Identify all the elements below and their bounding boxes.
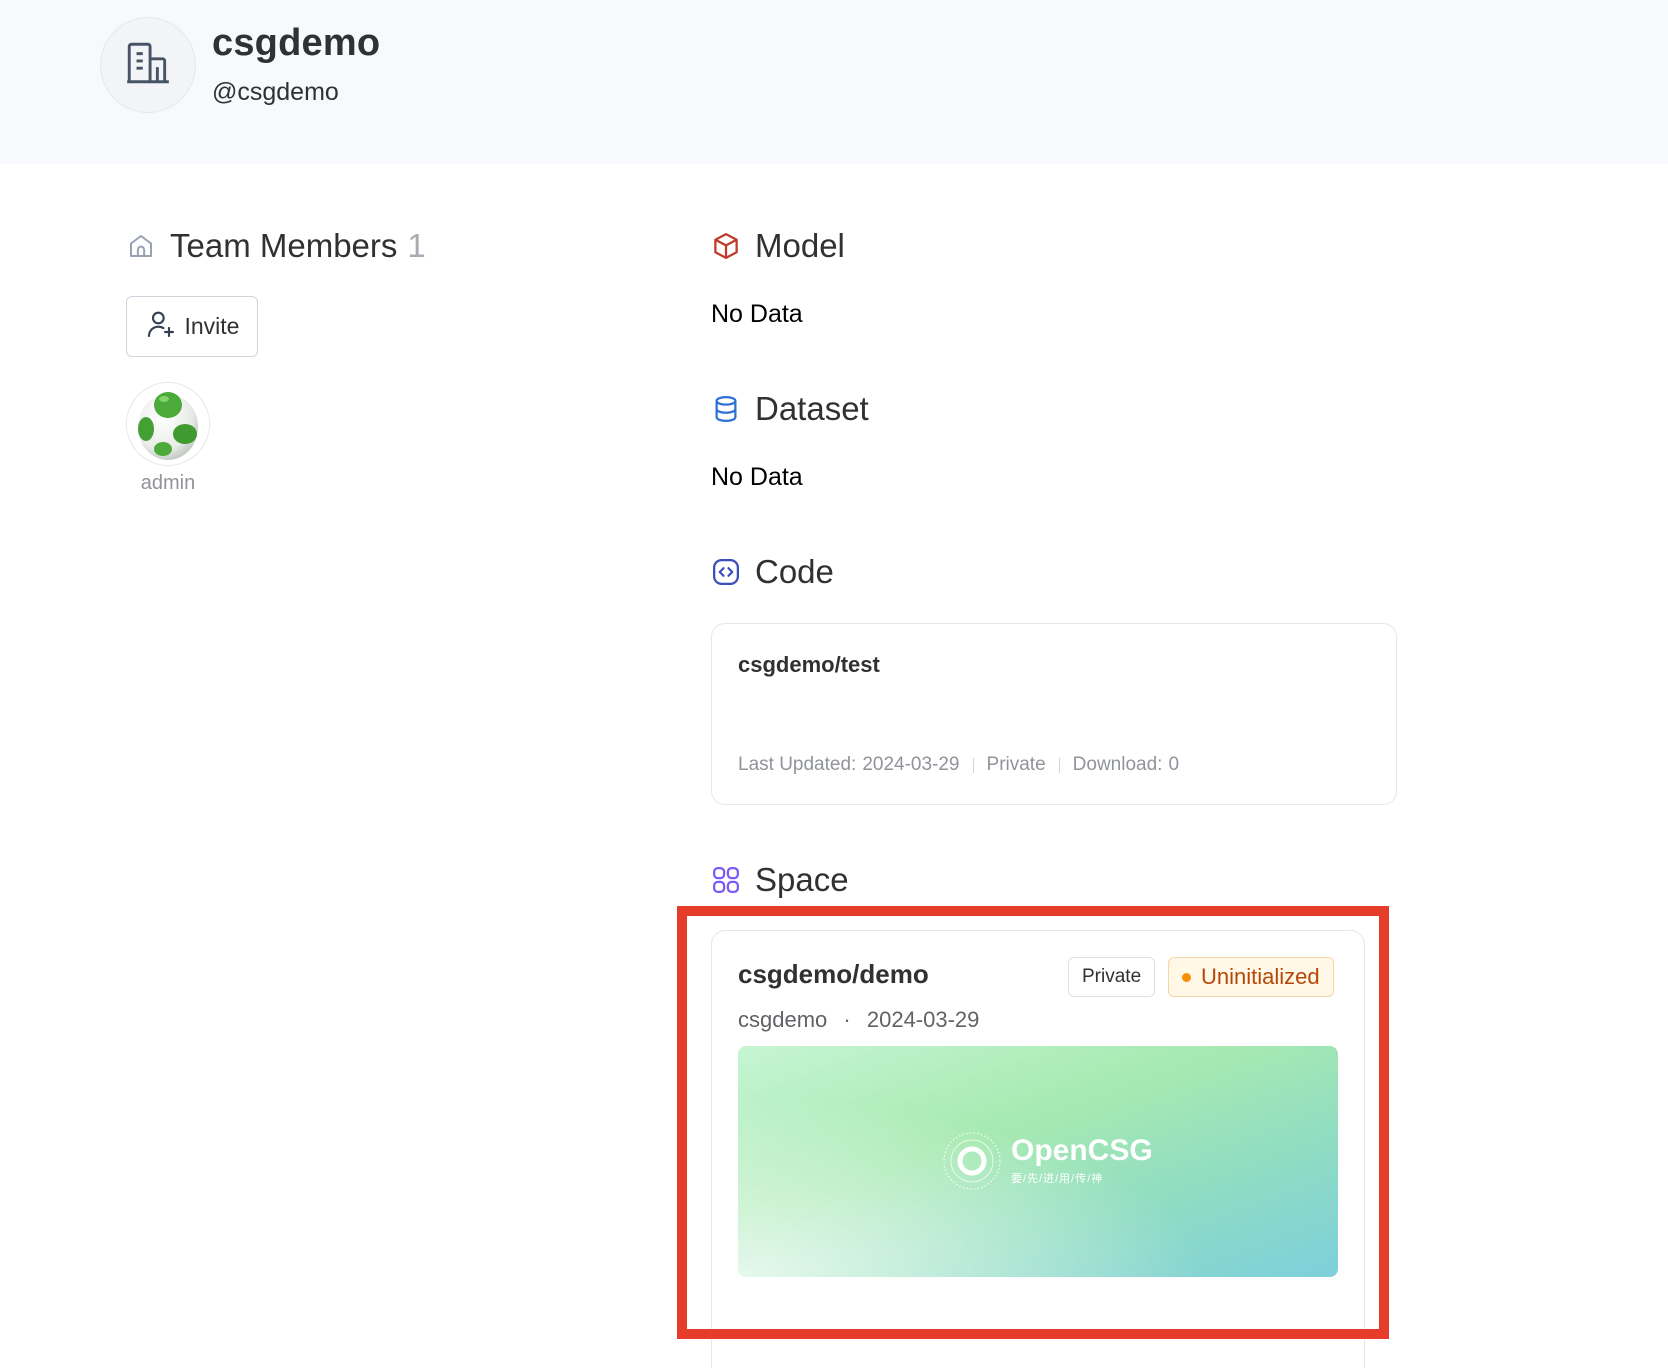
code-repo-card[interactable]: csgdemo/test Last Updated: 2024-03-29 Pr… — [711, 623, 1397, 805]
green-egg-avatar — [138, 392, 198, 460]
model-heading: Model — [711, 224, 845, 268]
team-members-heading: Team Members 1 — [126, 224, 426, 268]
org-avatar — [100, 17, 196, 113]
organization-page: csgdemo @csgdemo Team Members 1 Invite a… — [0, 0, 1668, 1368]
invite-label: Invite — [184, 313, 240, 339]
space-repo-meta: csgdemo · 2024-03-29 — [738, 1007, 979, 1033]
model-empty-text: No Data — [711, 300, 803, 328]
space-title: Space — [755, 861, 849, 898]
visibility-text: Private — [986, 754, 1046, 775]
space-repo-card[interactable]: csgdemo/demo Private Uninitialized csgde… — [711, 930, 1365, 1368]
grid-icon — [711, 865, 741, 895]
dataset-heading: Dataset — [711, 387, 869, 431]
code-icon — [711, 557, 741, 587]
dataset-title: Dataset — [755, 390, 869, 427]
code-repo-name[interactable]: csgdemo/test — [738, 652, 880, 678]
code-title: Code — [755, 553, 834, 590]
avatar[interactable] — [126, 382, 210, 466]
last-updated-value: 2024-03-29 — [862, 754, 960, 775]
download-value: 0 — [1168, 754, 1180, 775]
team-members-title: Team Members — [170, 227, 398, 264]
org-header: csgdemo @csgdemo — [0, 0, 1668, 164]
invite-button[interactable]: Invite — [126, 296, 258, 357]
database-icon — [711, 394, 741, 424]
status-badge: Uninitialized — [1168, 957, 1334, 997]
add-user-icon — [145, 308, 177, 346]
opencsg-logo: OpenCSG 要/先/进/用/传/神 — [941, 1130, 1153, 1192]
model-title: Model — [755, 227, 845, 264]
member-item[interactable]: admin — [126, 382, 210, 495]
cube-icon — [711, 231, 741, 261]
code-repo-meta: Last Updated: 2024-03-29 Private Downloa… — [738, 754, 1179, 776]
space-repo-name[interactable]: csgdemo/demo — [738, 959, 929, 990]
space-date: 2024-03-29 — [866, 1007, 980, 1032]
opencsg-slogan: 要/先/进/用/传/神 — [1011, 1173, 1104, 1185]
code-heading: Code — [711, 550, 834, 594]
org-name: csgdemo — [212, 22, 381, 64]
last-updated-label: Last Updated: — [738, 754, 857, 775]
status-text: Uninitialized — [1201, 964, 1320, 989]
space-heading: Space — [711, 858, 849, 902]
org-handle: @csgdemo — [212, 78, 339, 106]
team-members-count: 1 — [407, 227, 426, 264]
meta-divider — [1058, 757, 1060, 773]
space-cover-image[interactable]: OpenCSG 要/先/进/用/传/神 — [738, 1046, 1338, 1277]
opencsg-logo-mark — [943, 1132, 1001, 1190]
dataset-empty-text: No Data — [711, 463, 803, 491]
home-icon — [126, 231, 156, 261]
status-dot — [1182, 972, 1191, 982]
building-icon — [123, 38, 173, 93]
meta-divider — [972, 757, 974, 773]
member-name: admin — [140, 472, 196, 494]
download-label: Download: — [1072, 754, 1163, 775]
opencsg-brand-text: OpenCSG — [1011, 1134, 1153, 1167]
meta-dot-separator: · — [843, 1007, 851, 1032]
visibility-badge: Private — [1068, 957, 1156, 997]
space-owner: csgdemo — [738, 1007, 828, 1032]
